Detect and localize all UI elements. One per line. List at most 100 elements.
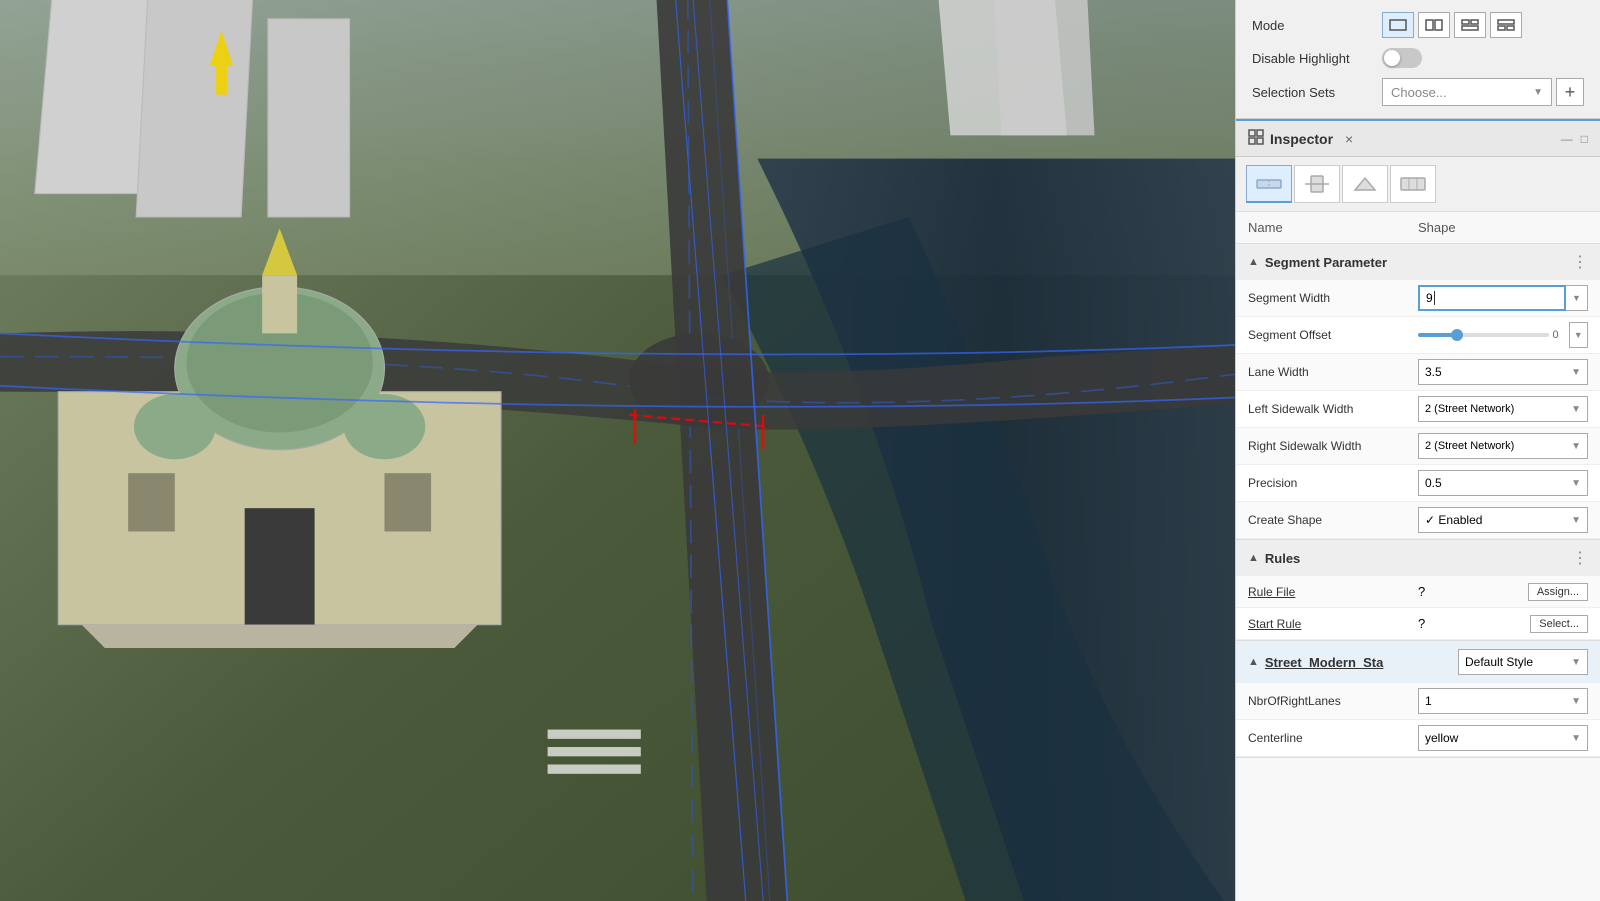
- col-shape-header: Shape: [1418, 220, 1588, 235]
- precision-label: Precision: [1248, 476, 1418, 490]
- segment-width-value: 9 ▼: [1418, 285, 1588, 311]
- inspector-close-button[interactable]: ×: [1345, 131, 1353, 147]
- create-shape-text: ✓ Enabled: [1425, 513, 1482, 527]
- precision-row: Precision 0.5 ▼: [1236, 465, 1600, 502]
- segment-chevron-icon: ▲: [1248, 256, 1259, 268]
- nbr-right-lanes-dropdown[interactable]: 1 ▼: [1418, 688, 1588, 714]
- street-modern-style-dropdown[interactable]: Default Style ▼: [1458, 649, 1588, 675]
- mode-row: Mode: [1252, 12, 1584, 38]
- right-sidewalk-dropdown[interactable]: 2 (Street Network) ▼: [1418, 433, 1588, 459]
- disable-highlight-toggle[interactable]: [1382, 48, 1422, 68]
- mode-btn-3[interactable]: [1454, 12, 1486, 38]
- centerline-value: yellow ▼: [1418, 725, 1588, 751]
- rules-options-icon[interactable]: ⋮: [1572, 548, 1588, 568]
- mode-btn-1[interactable]: [1382, 12, 1414, 38]
- segment-width-label: Segment Width: [1248, 291, 1418, 305]
- left-sidewalk-value: 2 (Street Network) ▼: [1418, 396, 1588, 422]
- segment-width-dropdown-btn[interactable]: ▼: [1566, 285, 1588, 311]
- street-modern-chevron-icon: ▲: [1248, 656, 1259, 668]
- right-sidewalk-arrow-icon: ▼: [1571, 441, 1581, 452]
- precision-value: 0.5 ▼: [1418, 470, 1588, 496]
- nbr-right-lanes-row: NbrOfRightLanes 1 ▼: [1236, 683, 1600, 720]
- lane-width-text: 3.5: [1425, 365, 1442, 379]
- rules-title: Rules: [1265, 551, 1572, 566]
- centerline-dropdown[interactable]: yellow ▼: [1418, 725, 1588, 751]
- segment-parameter-section: ▲ Segment Parameter ⋮ Segment Width 9 ▼: [1236, 244, 1600, 540]
- inspector-header: Inspector × — □: [1236, 119, 1600, 157]
- right-sidewalk-value: 2 (Street Network) ▼: [1418, 433, 1588, 459]
- left-sidewalk-arrow-icon: ▼: [1571, 404, 1581, 415]
- inspector-minimize-button[interactable]: —: [1561, 132, 1573, 146]
- precision-arrow-icon: ▼: [1571, 478, 1581, 489]
- segment-parameter-header[interactable]: ▲ Segment Parameter ⋮: [1236, 244, 1600, 280]
- nbr-right-lanes-arrow-icon: ▼: [1571, 696, 1581, 707]
- rules-section: ▲ Rules ⋮ Rule File ? Assign... Start Ru…: [1236, 540, 1600, 641]
- toolbar-section: Mode: [1236, 0, 1600, 119]
- start-rule-value: ? Select...: [1418, 615, 1588, 633]
- segment-parameter-options-icon[interactable]: ⋮: [1572, 252, 1588, 272]
- segment-width-input[interactable]: 9: [1418, 285, 1566, 311]
- column-headers: Name Shape: [1236, 212, 1600, 244]
- precision-text: 0.5: [1425, 476, 1442, 490]
- segment-offset-row: Segment Offset 0 ▼: [1236, 317, 1600, 354]
- dropdown-chevron-icon: ▼: [1533, 87, 1543, 98]
- start-rule-row: Start Rule ? Select...: [1236, 608, 1600, 640]
- lane-width-dropdown[interactable]: 3.5 ▼: [1418, 359, 1588, 385]
- street-modern-header[interactable]: ▲ Street_Modern_Sta Default Style ▼: [1236, 641, 1600, 683]
- dropdown-arrow-icon2: ▼: [1574, 330, 1583, 340]
- inspector-window-buttons: — □: [1561, 132, 1588, 146]
- street-modern-title[interactable]: Street_Modern_Sta: [1265, 655, 1458, 670]
- tab-road-segment[interactable]: [1246, 165, 1292, 203]
- inspector-title-row: Inspector ×: [1248, 129, 1353, 148]
- segment-offset-track[interactable]: [1418, 333, 1549, 337]
- selection-sets-value: Choose...: [1391, 85, 1447, 100]
- create-shape-dropdown[interactable]: ✓ Enabled ▼: [1418, 507, 1588, 533]
- lane-width-label: Lane Width: [1248, 365, 1418, 379]
- street-modern-style-text: Default Style: [1465, 655, 1533, 669]
- rule-file-link[interactable]: Rule File: [1248, 585, 1295, 599]
- select-start-rule-button[interactable]: Select...: [1530, 615, 1588, 633]
- left-sidewalk-text: 2 (Street Network): [1425, 403, 1514, 415]
- left-sidewalk-width-row: Left Sidewalk Width 2 (Street Network) ▼: [1236, 391, 1600, 428]
- mode-btn-2[interactable]: [1418, 12, 1450, 38]
- precision-dropdown[interactable]: 0.5 ▼: [1418, 470, 1588, 496]
- mode-btn-4[interactable]: [1490, 12, 1522, 38]
- segment-width-row: Segment Width 9 ▼: [1236, 280, 1600, 317]
- centerline-arrow-icon: ▼: [1571, 733, 1581, 744]
- segment-parameter-title: Segment Parameter: [1265, 255, 1572, 270]
- start-rule-link[interactable]: Start Rule: [1248, 617, 1301, 631]
- selection-sets-row: Selection Sets Choose... ▼ +: [1252, 78, 1584, 106]
- segment-offset-label: Segment Offset: [1248, 328, 1418, 342]
- rules-header[interactable]: ▲ Rules ⋮: [1236, 540, 1600, 576]
- left-sidewalk-label: Left Sidewalk Width: [1248, 402, 1418, 416]
- start-rule-label: Start Rule: [1248, 617, 1418, 631]
- mode-buttons: [1382, 12, 1522, 38]
- segment-width-text: 9: [1426, 291, 1433, 305]
- right-sidewalk-label: Right Sidewalk Width: [1248, 439, 1418, 453]
- rule-file-value: ? Assign...: [1418, 583, 1588, 601]
- street-modern-style-arrow-icon: ▼: [1571, 657, 1581, 668]
- segment-offset-dropdown-btn[interactable]: ▼: [1569, 322, 1588, 348]
- toggle-knob: [1384, 50, 1400, 66]
- segment-offset-value: 0 ▼: [1418, 322, 1588, 348]
- dropdown-arrow-icon: ▼: [1572, 293, 1581, 303]
- inspector-grid-icon: [1248, 129, 1264, 148]
- rules-chevron-icon: ▲: [1248, 552, 1259, 564]
- nbr-right-lanes-text: 1: [1425, 694, 1432, 708]
- lane-width-value: 3.5 ▼: [1418, 359, 1588, 385]
- segment-offset-thumb[interactable]: [1451, 329, 1463, 341]
- tab-intersection[interactable]: [1294, 165, 1340, 203]
- disable-highlight-label: Disable Highlight: [1252, 51, 1382, 66]
- selection-sets-dropdown[interactable]: Choose... ▼: [1382, 78, 1552, 106]
- 3d-viewport[interactable]: [0, 0, 1235, 901]
- rule-file-question: ?: [1418, 584, 1425, 599]
- assign-rule-file-button[interactable]: Assign...: [1528, 583, 1588, 601]
- nbr-right-lanes-value: 1 ▼: [1418, 688, 1588, 714]
- left-sidewalk-dropdown[interactable]: 2 (Street Network) ▼: [1418, 396, 1588, 422]
- selection-sets-label: Selection Sets: [1252, 85, 1382, 100]
- nbr-right-lanes-label: NbrOfRightLanes: [1248, 694, 1418, 708]
- tab-parcel[interactable]: [1390, 165, 1436, 203]
- add-selection-set-button[interactable]: +: [1556, 78, 1584, 106]
- inspector-maximize-button[interactable]: □: [1581, 132, 1588, 146]
- tab-shape-profile[interactable]: [1342, 165, 1388, 203]
